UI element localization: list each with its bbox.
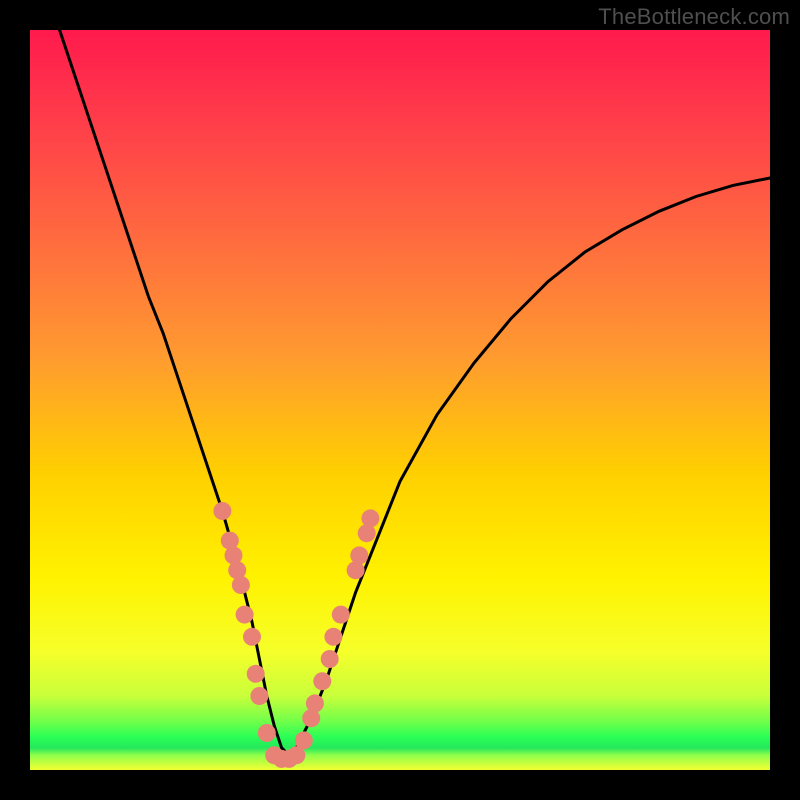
data-point [213,502,231,520]
data-point [324,628,342,646]
data-point [243,628,261,646]
data-point [313,672,331,690]
data-point [321,650,339,668]
highlighted-points [213,502,379,768]
data-point [247,665,265,683]
bottleneck-curve [60,30,770,755]
data-point [250,687,268,705]
curve-layer [30,30,770,770]
chart-frame: TheBottleneck.com [0,0,800,800]
data-point [361,509,379,527]
data-point [306,694,324,712]
data-point [236,606,254,624]
data-point [258,724,276,742]
data-point [295,731,313,749]
plot-area [30,30,770,770]
data-point [232,576,250,594]
watermark-text: TheBottleneck.com [598,4,790,30]
data-point [350,546,368,564]
data-point [332,606,350,624]
